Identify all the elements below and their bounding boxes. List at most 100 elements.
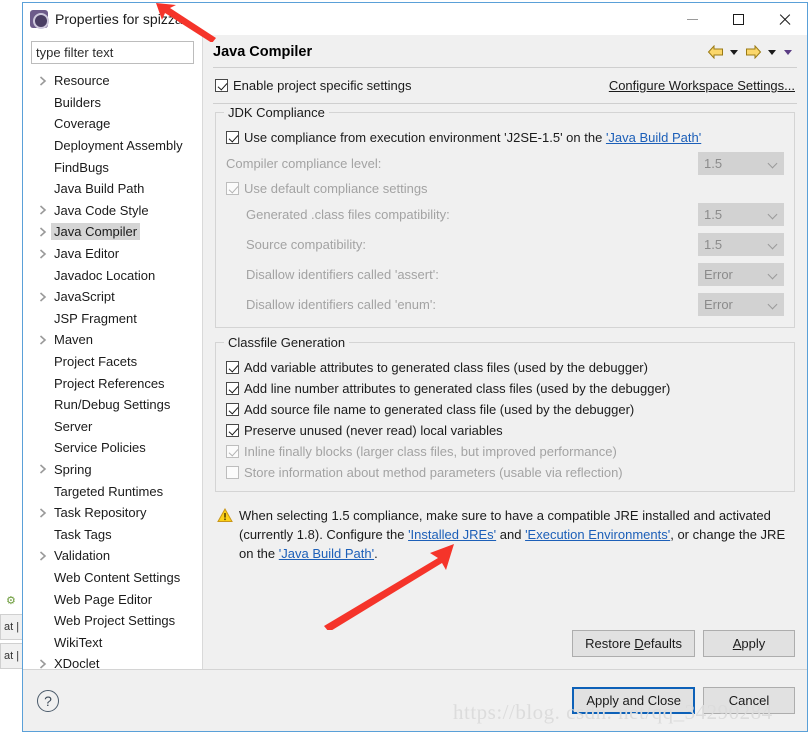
disallow-assert-select[interactable]: Error (698, 262, 784, 286)
sidebar-item-project-facets[interactable]: Project Facets (23, 351, 202, 373)
chevron-down-icon (768, 49, 776, 55)
use-default-compliance-label: Use default compliance settings (244, 181, 428, 196)
sidebar-item-jsp-fragment[interactable]: JSP Fragment (23, 308, 202, 330)
jre-warning-text: When selecting 1.5 compliance, make sure… (239, 506, 795, 563)
enable-divider (213, 103, 797, 104)
expand-chevron-icon[interactable] (35, 508, 51, 518)
sidebar-item-javascript[interactable]: JavaScript (23, 286, 202, 308)
sidebar-item-label: Web Project Settings (54, 613, 176, 629)
expand-chevron-icon[interactable] (35, 659, 51, 669)
sidebar-item-spring[interactable]: Spring (23, 459, 202, 481)
sidebar-item-run-debug-settings[interactable]: Run/Debug Settings (23, 394, 202, 416)
installed-jres-link[interactable]: 'Installed JREs' (408, 527, 496, 542)
enable-project-specific-checkbox[interactable]: Enable project specific settings (215, 75, 411, 96)
minimize-button[interactable] (669, 3, 715, 35)
sidebar-item-web-project-settings[interactable]: Web Project Settings (23, 610, 202, 632)
java-build-path-warning-link[interactable]: 'Java Build Path' (279, 546, 374, 561)
back-arrow-icon[interactable] (705, 43, 725, 61)
classfile-option-checkbox[interactable]: Preserve unused (never read) local varia… (226, 420, 784, 441)
maximize-button[interactable] (715, 3, 761, 35)
classfile-option-checkbox[interactable]: Store information about method parameter… (226, 462, 784, 483)
dialog-titlebar: Properties for spizza (23, 3, 807, 35)
sidebar-item-validation[interactable]: Validation (23, 545, 202, 567)
sidebar-item-label: Web Content Settings (54, 569, 181, 585)
disallow-enum-row: Disallow identifiers called 'enum': Erro… (226, 289, 784, 319)
sidebar-item-maven[interactable]: Maven (23, 329, 202, 351)
apply-and-close-button[interactable]: Apply and Close (572, 687, 695, 714)
question-mark-help-icon[interactable]: ? (37, 689, 59, 712)
sidebar-item-java-code-style[interactable]: Java Code Style (23, 200, 202, 222)
execution-environments-link[interactable]: 'Execution Environments' (525, 527, 670, 542)
java-build-path-link[interactable]: 'Java Build Path' (606, 130, 701, 145)
sidebar-item-javadoc-location[interactable]: Javadoc Location (23, 264, 202, 286)
apply-button[interactable]: Apply (703, 630, 795, 657)
generated-class-compatibility-select[interactable]: 1.5 (698, 202, 784, 226)
expand-chevron-icon[interactable] (35, 248, 51, 259)
classfile-option-checkbox[interactable]: Add line number attributes to generated … (226, 378, 784, 399)
view-menu-icon[interactable] (781, 43, 795, 61)
sidebar-item-task-repository[interactable]: Task Repository (23, 502, 202, 524)
disallow-enum-select[interactable]: Error (698, 292, 784, 316)
expand-chevron-icon[interactable] (35, 227, 51, 237)
expand-chevron-icon[interactable] (35, 76, 51, 86)
chevron-down-icon (769, 240, 778, 249)
classfile-option-checkbox[interactable]: Inline finally blocks (larger class file… (226, 441, 784, 462)
checkbox-icon (226, 403, 239, 416)
properties-dialog: Properties for spizza Resource Builders Co… (22, 2, 808, 732)
sidebar-item-resource[interactable]: Resource (23, 70, 202, 92)
classfile-option-label: Inline finally blocks (larger class file… (244, 444, 617, 459)
sidebar-item-builders[interactable]: Builders (23, 92, 202, 114)
sidebar-item-coverage[interactable]: Coverage (23, 113, 202, 135)
use-default-compliance-checkbox[interactable]: Use default compliance settings (226, 178, 784, 199)
close-button[interactable] (761, 3, 807, 35)
back-history-dropdown[interactable] (727, 43, 741, 61)
warning-part-4: . (374, 546, 378, 561)
sidebar-item-task-tags[interactable]: Task Tags (23, 523, 202, 545)
footer-button-row: Apply and Close Cancel (572, 687, 795, 714)
enable-project-specific-row: Enable project specific settings Configu… (203, 68, 807, 103)
settings-tree[interactable]: Resource Builders Coverage Deployment Assem… (23, 68, 202, 669)
expand-chevron-icon[interactable] (35, 464, 51, 475)
forward-history-dropdown[interactable] (765, 43, 779, 61)
sidebar-item-java-build-path[interactable]: Java Build Path (23, 178, 202, 200)
sidebar-item-findbugs[interactable]: FindBugs (23, 156, 202, 178)
expand-chevron-icon[interactable] (35, 551, 51, 561)
sidebar-item-web-page-editor[interactable]: Web Page Editor (23, 588, 202, 610)
sidebar-item-deployment-assembly[interactable]: Deployment Assembly (23, 135, 202, 157)
configure-workspace-settings-link[interactable]: Configure Workspace Settings... (609, 78, 795, 93)
sidebar-item-label: Spring (54, 461, 92, 477)
classfile-option-checkbox[interactable]: Add variable attributes to generated cla… (226, 357, 784, 378)
sidebar-item-java-editor[interactable]: Java Editor (23, 243, 202, 265)
expand-chevron-icon[interactable] (35, 205, 51, 215)
compiler-compliance-level-value: 1.5 (704, 155, 723, 171)
sidebar-item-web-content-settings[interactable]: Web Content Settings (23, 567, 202, 589)
classfile-option-checkbox[interactable]: Add source file name to generated class … (226, 399, 784, 420)
restore-defaults-button[interactable]: Restore Defaults (572, 630, 695, 657)
sidebar-item-wikitext[interactable]: WikiText (23, 631, 202, 653)
sidebar-item-label: Web Page Editor (54, 591, 153, 607)
disallow-assert-row: Disallow identifiers called 'assert': Er… (226, 259, 784, 289)
sidebar-item-targeted-runtimes[interactable]: Targeted Runtimes (23, 480, 202, 502)
sidebar-item-service-policies[interactable]: Service Policies (23, 437, 202, 459)
compiler-compliance-level-select[interactable]: 1.5 (698, 151, 784, 175)
sidebar-item-label: XDoclet (54, 656, 100, 669)
cancel-button[interactable]: Cancel (703, 687, 795, 714)
generated-class-compatibility-value: 1.5 (704, 206, 723, 222)
classfile-option-label: Add source file name to generated class … (244, 402, 635, 417)
sidebar-item-xdoclet[interactable]: XDoclet (23, 653, 202, 669)
sidebar-item-server[interactable]: Server (23, 416, 202, 438)
filter-input[interactable] (31, 41, 194, 64)
forward-arrow-icon[interactable] (743, 43, 763, 61)
content-header: Java Compiler (203, 35, 807, 67)
source-compatibility-select[interactable]: 1.5 (698, 232, 784, 256)
expand-chevron-icon[interactable] (35, 335, 51, 345)
chevron-down-icon (730, 49, 738, 55)
expand-chevron-icon[interactable] (35, 292, 51, 302)
enable-project-specific-label: Enable project specific settings (233, 78, 412, 93)
page-title: Java Compiler (213, 44, 313, 60)
sidebar-item-java-compiler[interactable]: Java Compiler (23, 221, 202, 243)
source-compatibility-label: Source compatibility: (246, 236, 366, 252)
use-execution-environment-checkbox[interactable]: Use compliance from execution environmen… (226, 127, 784, 148)
checkbox-icon (226, 466, 239, 479)
sidebar-item-project-references[interactable]: Project References (23, 372, 202, 394)
